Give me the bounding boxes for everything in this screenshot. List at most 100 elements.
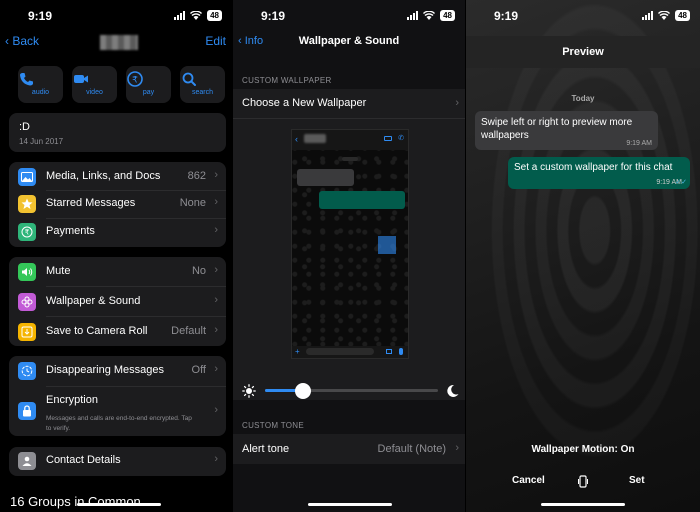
double-check-icon: ✓✓ <box>675 179 687 186</box>
incoming-bubble <box>297 169 354 186</box>
contact-name-blurred <box>100 35 138 50</box>
brightness-slider[interactable] <box>233 381 465 401</box>
nav-bar: ‹ Back Edit <box>0 32 232 54</box>
chevron-left-icon: ‹ <box>295 134 298 144</box>
battery-indicator: 48 <box>675 10 690 21</box>
home-indicator[interactable] <box>308 503 392 506</box>
outgoing-message: Set a custom wallpaper for this chat 9:1… <box>508 157 690 189</box>
groups-in-common-header: 16 Groups in Common <box>10 494 141 509</box>
page-title: Wallpaper & Sound <box>298 35 400 47</box>
edit-button[interactable]: Edit <box>205 34 226 48</box>
set-button[interactable]: Set <box>629 475 645 486</box>
contact-details-label: Contact Details <box>46 454 121 466</box>
divider <box>46 386 226 387</box>
svg-text:₹: ₹ <box>132 76 138 86</box>
chevron-right-icon: › <box>214 363 218 375</box>
camera-roll-value: Default <box>171 325 206 337</box>
incoming-text: Swipe left or right to preview more wall… <box>481 117 633 141</box>
svg-text:₹: ₹ <box>25 229 30 237</box>
audio-call-button[interactable]: audio <box>18 66 63 103</box>
status-time: 9:19 <box>494 9 519 23</box>
custom-wallpaper-section: Choose a New Wallpaper › ‹ ✆ + <box>233 89 465 400</box>
slider-track[interactable] <box>265 383 438 399</box>
payments-label: Payments <box>46 225 95 237</box>
media-group: Media, Links, and Docs 862 › Starred Mes… <box>9 162 226 247</box>
settings-group: Mute No › Wallpaper & Sound › Save to Ca… <box>9 257 226 346</box>
video-label: video <box>86 89 103 96</box>
battery-indicator: 48 <box>440 10 455 21</box>
chevron-right-icon: › <box>214 264 218 276</box>
encryption-row[interactable]: Encryption Messages and calls are end-to… <box>9 392 226 434</box>
plus-icon: + <box>295 347 300 356</box>
back-button[interactable]: ‹ Back <box>5 34 39 48</box>
mute-value: No <box>191 265 206 277</box>
date-chip <box>342 157 358 161</box>
quick-actions: audio video ₹ pay search <box>18 66 225 103</box>
signal-icon <box>174 11 186 20</box>
outgoing-text: Set a custom wallpaper for this chat <box>514 162 673 173</box>
save-camera-roll-row[interactable]: Save to Camera Roll Default › <box>9 318 226 346</box>
mute-row[interactable]: Mute No › <box>9 258 226 286</box>
chevron-right-icon: › <box>455 442 459 454</box>
contact-details-row[interactable]: Contact Details › <box>9 447 226 475</box>
disappearing-messages-row[interactable]: Disappearing Messages Off › <box>9 357 226 385</box>
status-bar: 9:19 48 <box>233 0 465 32</box>
contact-name-blurred <box>304 134 326 143</box>
custom-tone-header: CUSTOM TONE <box>242 421 304 430</box>
alert-tone-row[interactable]: Alert tone Default (Note) › <box>233 434 465 464</box>
lock-icon <box>18 402 36 420</box>
search-button[interactable]: search <box>180 66 225 103</box>
chevron-right-icon: › <box>214 453 218 465</box>
signal-icon <box>642 11 654 20</box>
wallpaper-preview-thumbnail[interactable]: ‹ ✆ + <box>291 129 409 359</box>
chevron-right-icon: › <box>214 404 218 416</box>
incoming-time: 9:19 AM <box>626 140 652 147</box>
video-icon <box>74 75 88 83</box>
camera-roll-label: Save to Camera Roll <box>46 325 148 337</box>
chevron-right-icon: › <box>214 224 218 236</box>
preview-header: Preview <box>466 36 700 68</box>
incoming-message: Swipe left or right to preview more wall… <box>475 111 658 150</box>
starred-messages-row[interactable]: Starred Messages None › <box>9 190 226 218</box>
camera-icon <box>386 349 392 354</box>
microphone-icon <box>399 348 403 355</box>
audio-label: audio <box>31 89 50 96</box>
contact-info-screen: 9:19 48 ‹ Back Edit audio video ₹ pay se… <box>0 0 232 512</box>
sun-icon <box>242 384 256 398</box>
download-icon <box>18 323 36 341</box>
encryption-label: Encryption <box>46 394 98 406</box>
wallpaper-sound-row[interactable]: Wallpaper & Sound › <box>9 288 226 316</box>
status-time: 9:19 <box>261 9 286 23</box>
date-separator: Today <box>571 94 595 103</box>
wallpaper-background <box>466 0 700 512</box>
mute-label: Mute <box>46 265 71 277</box>
pay-button[interactable]: ₹ pay <box>126 66 171 103</box>
cancel-button[interactable]: Cancel <box>512 475 545 486</box>
motion-phone-icon[interactable] <box>578 475 588 488</box>
about-text: :D <box>19 121 30 133</box>
phone-icon <box>20 73 33 86</box>
nav-bar: ‹ Info Wallpaper & Sound <box>233 32 465 54</box>
starred-label: Starred Messages <box>46 197 136 209</box>
payments-row[interactable]: ₹ Payments › <box>9 218 226 246</box>
divider <box>46 286 226 287</box>
choose-wallpaper-button[interactable]: Choose a New Wallpaper <box>242 97 366 109</box>
privacy-group: Disappearing Messages Off › Encryption M… <box>9 356 226 436</box>
wifi-icon <box>423 11 436 20</box>
slider-thumb[interactable] <box>295 383 312 399</box>
alert-tone-label: Alert tone <box>242 443 290 455</box>
speaker-icon <box>18 263 36 281</box>
media-links-docs-row[interactable]: Media, Links, and Docs 862 › <box>9 163 226 191</box>
home-indicator[interactable] <box>541 503 625 506</box>
media-label: Media, Links, and Docs <box>46 170 161 182</box>
moon-icon <box>447 384 459 397</box>
video-icon <box>384 136 392 141</box>
home-indicator[interactable] <box>77 503 161 506</box>
wifi-icon <box>190 11 203 20</box>
watermark-logo <box>378 236 396 254</box>
chevron-right-icon: › <box>214 294 218 306</box>
divider <box>46 316 226 317</box>
video-call-button[interactable]: video <box>72 66 117 103</box>
custom-wallpaper-header: CUSTOM WALLPAPER <box>242 76 332 85</box>
chevron-right-icon: › <box>455 97 459 109</box>
